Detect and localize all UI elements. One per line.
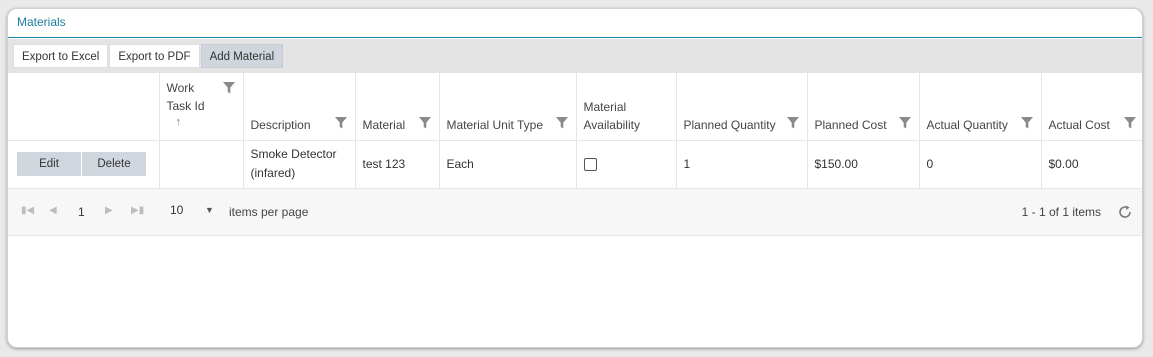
header-actions [8, 73, 159, 141]
grid-header-row: Work Task Id ↑ Description Material Mate… [8, 73, 1142, 141]
export-pdf-button[interactable]: Export to PDF [109, 44, 200, 68]
header-work-task-id[interactable]: Work Task Id ↑ [158, 73, 243, 141]
cell-availability [575, 140, 676, 188]
add-material-button[interactable]: Add Material [200, 44, 284, 68]
header-description-label: Description [250, 117, 311, 132]
cell-actual-cost: $0.00 [1040, 140, 1142, 188]
filter-icon[interactable] [898, 116, 912, 130]
header-actual-cost[interactable]: Actual Cost [1040, 73, 1142, 141]
sort-arrow-up-icon[interactable]: ↑ [167, 115, 236, 129]
header-description[interactable]: Description [242, 73, 355, 141]
grid-pager: ▮◀ ◀ 1 ▶ ▶▮ 10 ▼ items per page 1 - 1 of… [8, 188, 1142, 236]
header-actual-quantity-label: Actual Quantity [926, 117, 1008, 132]
export-excel-button[interactable]: Export to Excel [13, 44, 109, 68]
grid-toolbar: Export to Excel Export to PDF Add Material [8, 39, 1142, 73]
filter-icon[interactable] [1123, 116, 1137, 130]
header-availability[interactable]: Material Availability [575, 73, 676, 141]
header-actual-cost-label: Actual Cost [1048, 117, 1110, 132]
header-work-task-id-label: Work Task Id [166, 81, 205, 113]
page-size-select[interactable]: 10 [170, 203, 183, 217]
prev-page-icon[interactable]: ◀ [49, 205, 57, 216]
cell-planned-quantity: 1 [675, 140, 807, 188]
page-size-label: items per page [229, 205, 309, 219]
refresh-icon[interactable] [1117, 204, 1133, 220]
edit-button[interactable]: Edit [17, 152, 81, 177]
filter-icon[interactable] [555, 116, 569, 130]
panel-title: Materials [8, 9, 1142, 38]
filter-icon[interactable] [222, 81, 236, 95]
pager-info: 1 - 1 of 1 items [1021, 205, 1101, 219]
cell-actual-quantity: 0 [918, 140, 1041, 188]
filter-icon[interactable] [1020, 116, 1034, 130]
delete-button[interactable]: Delete [82, 152, 146, 177]
cell-unit-type: Each [438, 140, 576, 188]
cell-description: Smoke Detector (infared) [242, 140, 355, 188]
cell-planned-cost: $150.00 [806, 140, 919, 188]
row-actions-cell: Edit Delete [8, 140, 159, 188]
header-planned-quantity[interactable]: Planned Quantity [675, 73, 807, 141]
current-page-number[interactable]: 1 [78, 205, 85, 219]
header-availability-label: Material Availability [583, 99, 640, 132]
next-page-icon[interactable]: ▶ [105, 205, 113, 216]
header-planned-cost-label: Planned Cost [814, 117, 887, 132]
filter-icon[interactable] [334, 116, 348, 130]
chevron-down-icon[interactable]: ▼ [205, 205, 214, 215]
cell-work-task-id [158, 140, 243, 188]
header-material-label: Material [362, 117, 406, 132]
header-planned-cost[interactable]: Planned Cost [806, 73, 919, 141]
header-unit-type[interactable]: Material Unit Type [438, 73, 576, 141]
table-row: Edit Delete Smoke Detector (infared) test… [8, 140, 1142, 188]
cell-material: test 123 [354, 140, 439, 188]
filter-icon[interactable] [786, 116, 800, 130]
filter-icon[interactable] [418, 116, 432, 130]
last-page-icon[interactable]: ▶▮ [131, 205, 144, 216]
first-page-icon[interactable]: ▮◀ [21, 205, 34, 216]
availability-checkbox[interactable] [583, 158, 597, 172]
materials-grid: Work Task Id ↑ Description Material Mate… [8, 73, 1142, 188]
header-planned-quantity-label: Planned Quantity [683, 117, 776, 132]
header-unit-type-label: Material Unit Type [446, 117, 544, 132]
materials-panel: Materials Export to Excel Export to PDF Ad… [7, 8, 1143, 348]
header-actual-quantity[interactable]: Actual Quantity [918, 73, 1041, 141]
header-material[interactable]: Material [354, 73, 439, 141]
